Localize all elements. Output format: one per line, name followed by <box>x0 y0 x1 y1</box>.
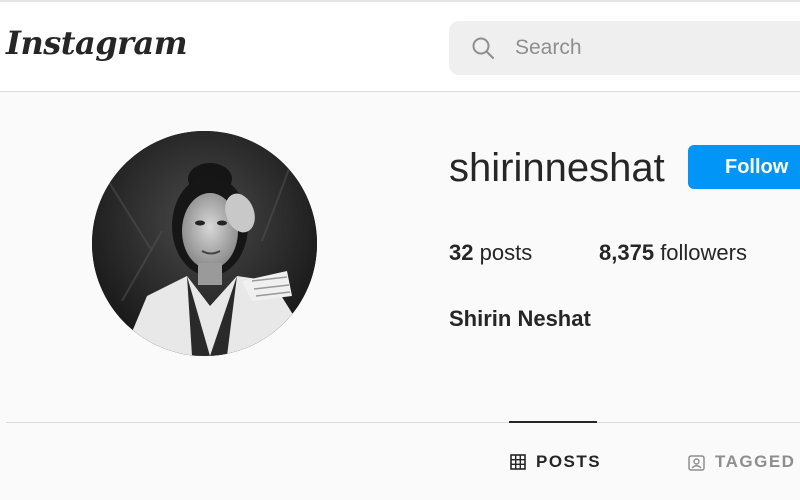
active-tab-indicator <box>509 421 597 423</box>
posts-count: 32 <box>449 240 474 265</box>
tab-posts[interactable]: POSTS <box>510 452 601 472</box>
instagram-logo[interactable]: Instagram <box>6 24 188 62</box>
tagged-icon <box>688 454 705 471</box>
profile-full-name: Shirin Neshat <box>449 306 591 331</box>
follow-button[interactable]: Follow <box>688 145 800 189</box>
followers-label: followers <box>660 240 747 265</box>
top-nav: Instagram Search <box>0 0 800 92</box>
search-input[interactable]: Search <box>515 36 582 60</box>
posts-label: posts <box>479 240 533 265</box>
profile-username: shirinneshat <box>449 146 665 190</box>
tab-posts-label: POSTS <box>536 452 602 471</box>
avatar-photo <box>92 131 317 356</box>
tabs-divider <box>6 422 800 423</box>
grid-icon <box>510 454 526 470</box>
posts-stat: 32 posts <box>449 240 532 266</box>
tab-tagged[interactable]: TAGGED <box>688 452 795 472</box>
search-icon <box>472 37 494 59</box>
profile-avatar[interactable] <box>92 131 317 356</box>
followers-stat[interactable]: 8,375 followers <box>599 240 747 266</box>
tab-tagged-label: TAGGED <box>715 452 796 471</box>
search-box[interactable]: Search <box>449 21 800 75</box>
followers-count: 8,375 <box>599 240 655 265</box>
